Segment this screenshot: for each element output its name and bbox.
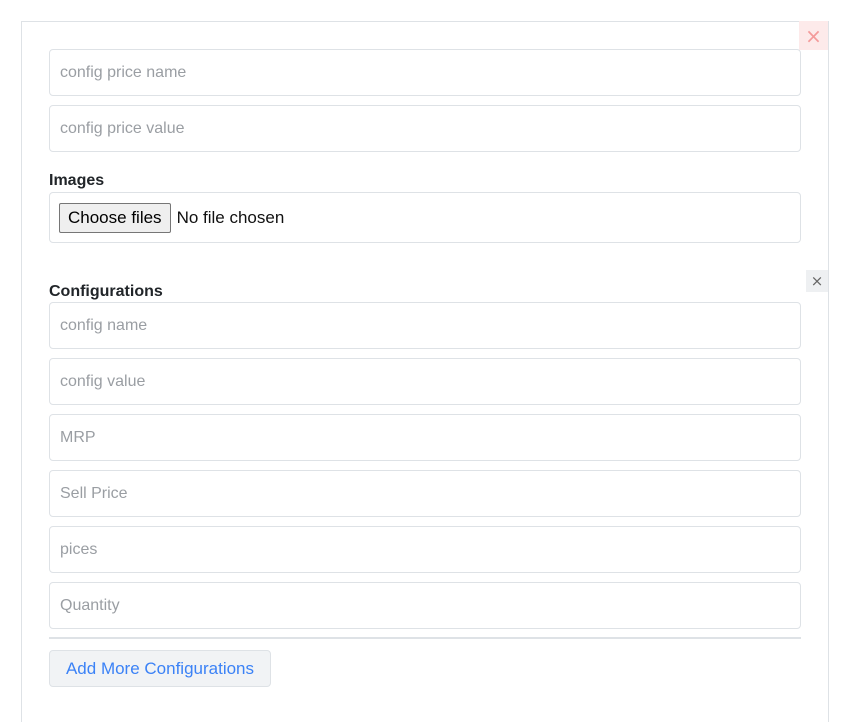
remove-configuration-button[interactable]: × bbox=[806, 270, 828, 292]
images-label: Images bbox=[49, 172, 105, 189]
remove-price-button[interactable]: × bbox=[799, 21, 828, 50]
file-status: No file chosen bbox=[176, 207, 285, 227]
quantity-input[interactable] bbox=[49, 582, 801, 629]
choose-files-button[interactable]: Choose files bbox=[59, 202, 171, 233]
config-name-input[interactable] bbox=[49, 302, 801, 349]
images-file-input[interactable]: Choose files No file chosen bbox=[49, 192, 801, 243]
config-price-value-input[interactable] bbox=[49, 105, 801, 152]
config-price-name-input[interactable] bbox=[49, 49, 801, 96]
divider bbox=[49, 637, 801, 639]
configurations-label: Configurations bbox=[49, 283, 163, 300]
sell-price-input[interactable] bbox=[49, 470, 801, 517]
pices-input[interactable] bbox=[49, 526, 801, 573]
config-value-input[interactable] bbox=[49, 358, 801, 405]
close-icon: × bbox=[810, 272, 824, 290]
close-icon: × bbox=[805, 23, 822, 48]
add-more-configurations-button[interactable]: Add More Configurations bbox=[49, 650, 271, 687]
mrp-input[interactable] bbox=[49, 414, 801, 461]
